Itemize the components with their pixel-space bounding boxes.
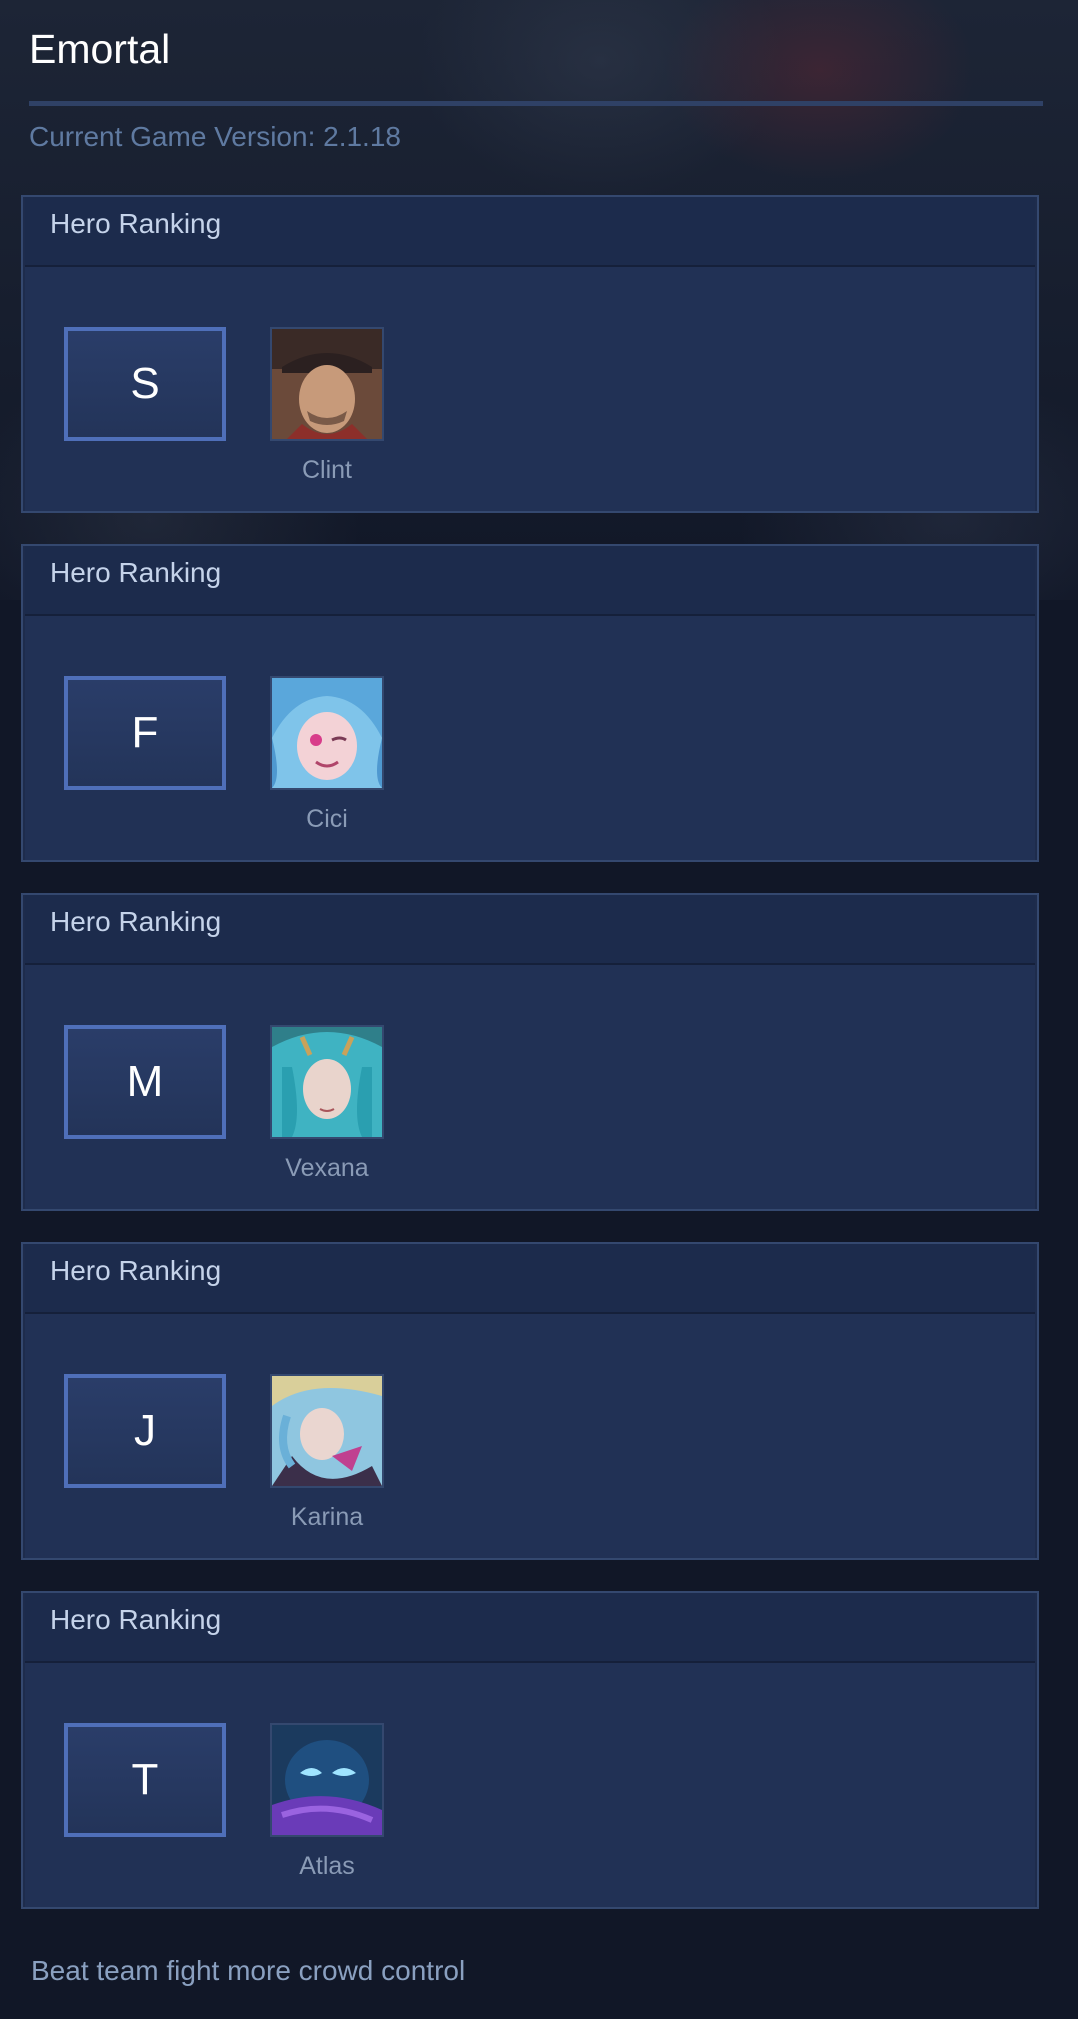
tier-badge: S xyxy=(64,327,226,441)
tier-badge: F xyxy=(64,676,226,790)
card-header: Hero Ranking xyxy=(25,1244,1035,1314)
game-version-text: Current Game Version: 2.1.18 xyxy=(29,121,401,152)
hero-ranking-card: Hero Ranking M Vexana xyxy=(21,893,1039,1211)
karina-portrait-icon[interactable] xyxy=(270,1374,384,1488)
title-divider xyxy=(29,101,1043,106)
atlas-portrait-icon[interactable] xyxy=(270,1723,384,1837)
card-header: Hero Ranking xyxy=(25,197,1035,267)
card-header-label: Hero Ranking xyxy=(50,208,222,239)
card-header-label: Hero Ranking xyxy=(50,906,222,937)
card-header-label: Hero Ranking xyxy=(50,1604,222,1635)
footer-note: Beat team fight more crowd control xyxy=(31,1955,466,1986)
hero-name: Atlas xyxy=(299,1852,355,1880)
card-header-label: Hero Ranking xyxy=(50,557,222,588)
card-header: Hero Ranking xyxy=(25,895,1035,965)
card-header-label: Hero Ranking xyxy=(50,1255,222,1286)
page-title: Emortal xyxy=(29,26,171,72)
hero-name: Vexana xyxy=(285,1154,369,1182)
hero-name: Clint xyxy=(301,456,352,484)
hero-ranking-card: Hero Ranking T Atlas xyxy=(21,1591,1039,1909)
card-header: Hero Ranking xyxy=(25,1593,1035,1663)
card-header: Hero Ranking xyxy=(25,546,1035,616)
hero-ranking-card: Hero Ranking S Clint xyxy=(21,195,1039,513)
tier-badge: T xyxy=(64,1723,226,1837)
hero-ranking-card: Hero Ranking J Karina xyxy=(21,1242,1039,1560)
tier-badge: J xyxy=(64,1374,226,1488)
hero-name: Cici xyxy=(306,805,348,833)
tier-badge: M xyxy=(64,1025,226,1139)
hero-name: Karina xyxy=(290,1503,364,1531)
vexana-portrait-icon[interactable] xyxy=(270,1025,384,1139)
hero-ranking-card: Hero Ranking F Cici xyxy=(21,544,1039,862)
clint-portrait-icon[interactable] xyxy=(270,327,384,441)
cici-portrait-icon[interactable] xyxy=(270,676,384,790)
